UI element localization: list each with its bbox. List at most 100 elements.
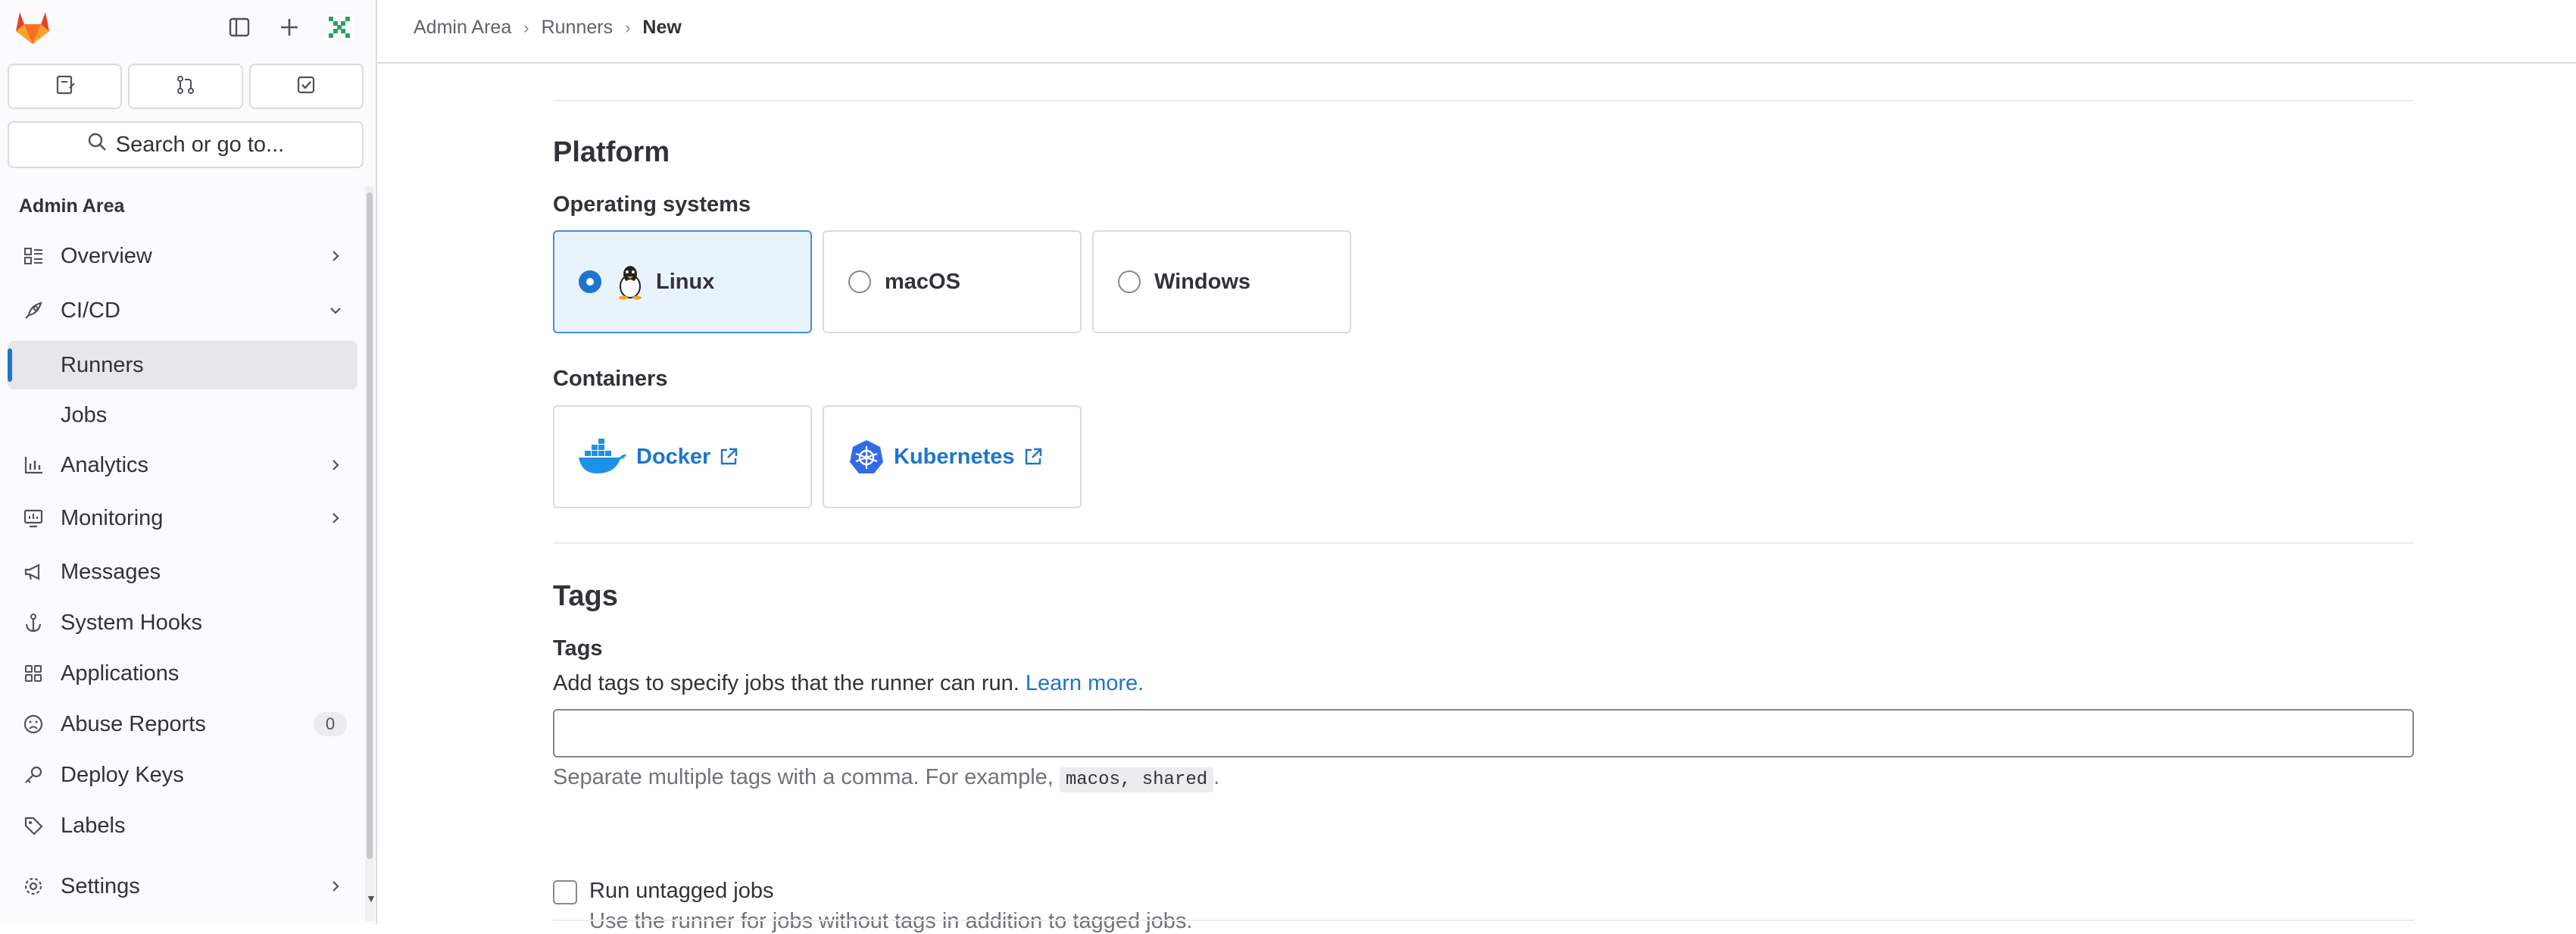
merge-request-icon — [175, 74, 196, 99]
apps-icon — [17, 663, 50, 684]
sidebar-item-system-hooks[interactable]: System Hooks — [8, 598, 358, 647]
sidebar-item-label: Overview — [61, 243, 152, 268]
quick-actions — [8, 64, 364, 109]
tags-input[interactable] — [553, 709, 2414, 758]
breadcrumb-current: New — [642, 17, 682, 38]
todo-icon — [295, 74, 317, 99]
chevron-down-icon — [324, 305, 347, 317]
sidebar-section-title: Admin Area — [19, 195, 125, 217]
tags-hint-example: macos, shared — [1059, 767, 1214, 792]
search-icon — [87, 132, 107, 158]
sidebar-item-label: Jobs — [61, 402, 108, 427]
tags-hint-suffix: . — [1213, 765, 1220, 789]
search-label: Search or go to... — [115, 132, 285, 157]
avatar[interactable] — [323, 11, 356, 44]
main-content: Platform Operating systems Linux macOS W… — [553, 64, 2414, 933]
issues-icon — [55, 74, 76, 99]
os-option-label: Linux — [656, 269, 715, 294]
sidebar-item-runners[interactable]: Runners — [8, 341, 358, 389]
sidebar-item-deploy-keys[interactable]: Deploy Keys — [8, 751, 358, 799]
tags-hint-prefix: Separate multiple tags with a comma. For… — [553, 765, 1054, 789]
chevron-right-icon — [324, 249, 347, 263]
issues-button[interactable] — [8, 64, 123, 109]
divider — [553, 542, 2414, 544]
tags-hint: Separate multiple tags with a comma. For… — [553, 765, 1220, 792]
tags-description: Add tags to specify jobs that the runner… — [553, 671, 1144, 696]
run-untagged-label[interactable]: Run untagged jobs — [589, 879, 773, 904]
linux-icon — [615, 264, 645, 300]
breadcrumb-admin-area[interactable]: Admin Area — [414, 17, 511, 39]
os-option-linux[interactable]: Linux — [553, 230, 812, 333]
breadcrumb-separator-icon: › — [523, 17, 529, 37]
os-option-macos[interactable]: macOS — [823, 230, 1082, 333]
sidebar-item-messages[interactable]: Messages — [8, 548, 358, 596]
radio-linux[interactable] — [579, 270, 601, 293]
search-button[interactable]: Search or go to... — [8, 121, 364, 168]
gitlab-logo-icon[interactable] — [14, 9, 52, 45]
sidebar: Search or go to... Admin Area Overview C… — [0, 0, 377, 924]
top-bar: Admin Area › Runners › New — [377, 0, 2576, 64]
divider — [553, 100, 2414, 102]
platform-heading: Platform — [553, 136, 670, 168]
container-docker[interactable]: Docker — [553, 405, 812, 508]
sidebar-item-applications[interactable]: Applications — [8, 649, 358, 698]
kubernetes-icon — [848, 439, 885, 475]
sidebar-scrollbar-thumb[interactable] — [367, 192, 373, 859]
plus-icon[interactable] — [273, 11, 306, 44]
scroll-down-arrow-icon[interactable]: ▼ — [366, 892, 376, 904]
todos-button[interactable] — [248, 64, 364, 109]
kubernetes-link[interactable]: Kubernetes — [894, 445, 1015, 470]
gear-icon — [17, 876, 50, 897]
sidebar-item-label: System Hooks — [61, 610, 202, 635]
run-untagged-help: Use the runner for jobs without tags in … — [589, 909, 1193, 933]
sidebar-header — [0, 0, 376, 56]
sidebar-toggle-icon[interactable] — [223, 11, 256, 44]
learn-more-link[interactable]: Learn more. — [1026, 671, 1144, 695]
active-indicator — [8, 348, 12, 382]
os-option-label: Windows — [1154, 269, 1251, 294]
os-option-windows[interactable]: Windows — [1092, 230, 1351, 333]
anchor-icon — [17, 612, 50, 633]
sidebar-item-label: Monitoring — [61, 505, 164, 530]
sidebar-item-analytics[interactable]: Analytics — [8, 441, 358, 489]
rocket-icon — [17, 300, 50, 321]
docker-link[interactable]: Docker — [636, 445, 710, 470]
tags-description-text: Add tags to specify jobs that the runner… — [553, 671, 1019, 695]
chevron-right-icon — [324, 511, 347, 525]
sidebar-item-label: Abuse Reports — [61, 711, 206, 736]
run-untagged-checkbox[interactable] — [553, 880, 577, 904]
sidebar-item-monitoring[interactable]: Monitoring — [8, 494, 358, 542]
breadcrumb-separator-icon: › — [625, 17, 631, 37]
sidebar-item-label: Labels — [61, 813, 126, 838]
sidebar-item-settings[interactable]: Settings — [8, 862, 358, 911]
sidebar-item-labels[interactable]: Labels — [8, 801, 358, 850]
sidebar-item-abuse-reports[interactable]: Abuse Reports 0 — [8, 700, 358, 748]
tags-heading: Tags — [553, 580, 618, 612]
chart-icon — [17, 455, 50, 476]
sidebar-item-label: Settings — [61, 873, 140, 898]
sidebar-item-label: Applications — [61, 661, 180, 686]
count-badge: 0 — [314, 712, 347, 736]
radio-windows[interactable] — [1118, 270, 1141, 293]
merge-requests-button[interactable] — [128, 64, 243, 109]
breadcrumb-runners[interactable]: Runners — [542, 17, 614, 39]
chevron-right-icon — [324, 879, 347, 893]
external-link-icon — [718, 446, 739, 467]
operating-systems-label: Operating systems — [553, 192, 751, 217]
tags-field-label: Tags — [553, 636, 603, 661]
divider — [553, 920, 2414, 921]
radio-macos[interactable] — [848, 270, 871, 293]
container-kubernetes[interactable]: Kubernetes — [823, 405, 1082, 508]
containers-label: Containers — [553, 367, 668, 391]
sidebar-item-label: CI/CD — [61, 298, 120, 323]
sidebar-item-label: Deploy Keys — [61, 762, 184, 787]
docker-icon — [577, 439, 627, 475]
chevron-right-icon — [324, 458, 347, 472]
sidebar-item-label: Runners — [61, 352, 144, 377]
sidebar-item-jobs[interactable]: Jobs — [8, 391, 358, 439]
external-link-icon — [1023, 446, 1044, 467]
sidebar-item-cicd[interactable]: CI/CD — [8, 286, 358, 335]
breadcrumb: Admin Area › Runners › New — [414, 17, 682, 39]
key-icon — [17, 764, 50, 786]
sidebar-item-overview[interactable]: Overview — [8, 232, 358, 280]
